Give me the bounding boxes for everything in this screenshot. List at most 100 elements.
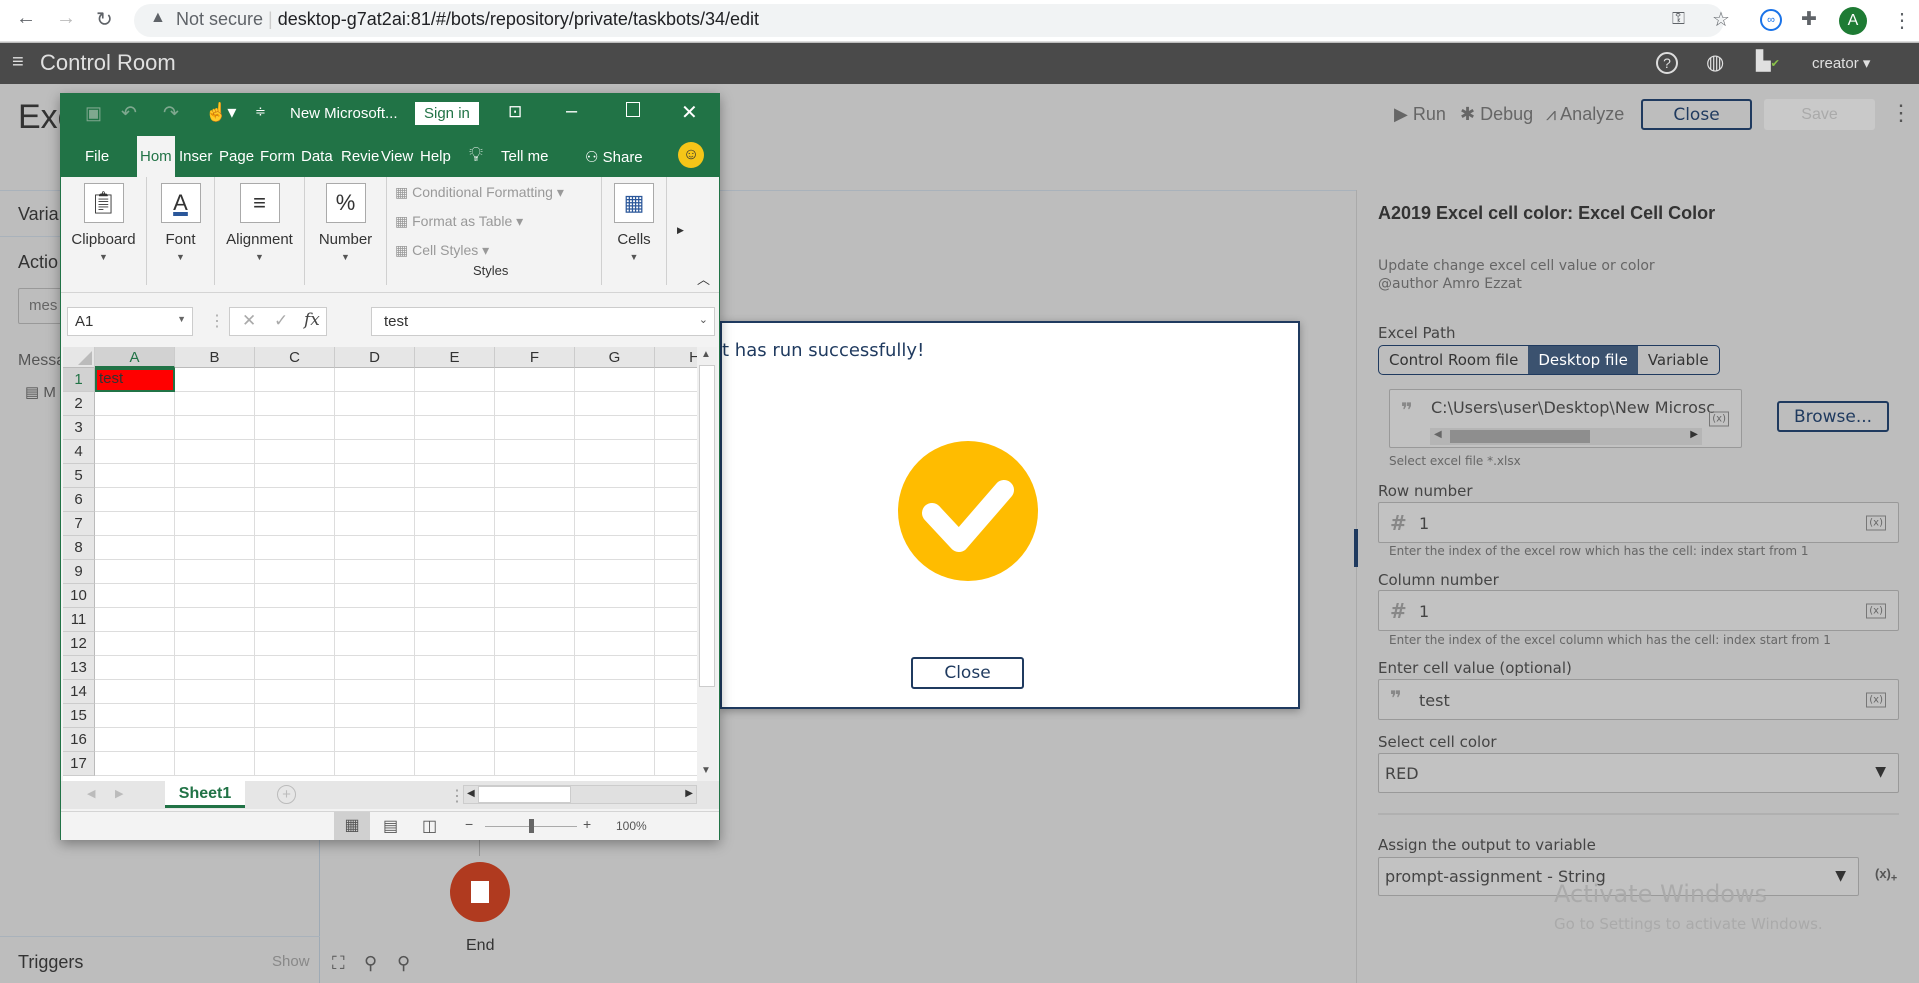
cell-G14[interactable]	[575, 680, 655, 704]
cell-E13[interactable]	[415, 656, 495, 680]
cell-C14[interactable]	[255, 680, 335, 704]
cell-D6[interactable]	[335, 488, 415, 512]
cell-D13[interactable]	[335, 656, 415, 680]
cell-G2[interactable]	[575, 392, 655, 416]
formula-input[interactable]: test ⌄	[371, 307, 715, 336]
tell-me-search[interactable]: Tell me	[501, 148, 549, 165]
scroll-down-icon[interactable]: ▼	[701, 765, 711, 776]
cell-B5[interactable]	[175, 464, 255, 488]
sheet-tab-sheet1[interactable]: Sheet1	[165, 781, 245, 808]
column-header-B[interactable]: B	[175, 347, 255, 368]
horizontal-scrollbar[interactable]: ◀ ▶	[463, 785, 697, 804]
clipboard-group[interactable]: 📋︎ Clipboard ▼	[61, 177, 147, 285]
row-header-17[interactable]: 17	[63, 752, 95, 776]
option-control-room-file[interactable]: Control Room file	[1379, 346, 1528, 374]
zoom-slider-thumb[interactable]	[529, 819, 534, 833]
tab-view[interactable]: View	[381, 148, 413, 165]
device-status-icon[interactable]: ▙✔	[1756, 50, 1780, 73]
ribbon-display-options-icon[interactable]: ⊡	[508, 102, 522, 122]
cell-B14[interactable]	[175, 680, 255, 704]
more-options-icon[interactable]: ⋮	[1890, 100, 1912, 126]
cell-D10[interactable]	[335, 584, 415, 608]
cell-A2[interactable]	[95, 392, 175, 416]
cell-G9[interactable]	[575, 560, 655, 584]
row-header-13[interactable]: 13	[63, 656, 95, 680]
redo-icon[interactable]: ↷	[163, 102, 179, 125]
cell-B8[interactable]	[175, 536, 255, 560]
sign-in-button[interactable]: Sign in	[415, 102, 479, 125]
cell-B12[interactable]	[175, 632, 255, 656]
create-variable-icon[interactable]: (x)+	[1875, 866, 1897, 885]
close-window-icon[interactable]: ✕	[681, 100, 698, 125]
cell-F7[interactable]	[495, 512, 575, 536]
cell-G13[interactable]	[575, 656, 655, 680]
insert-variable-icon[interactable]: (x)	[1866, 603, 1886, 618]
cell-E7[interactable]	[415, 512, 495, 536]
alignment-group[interactable]: ≡ Alignment ▼	[215, 177, 305, 285]
cell-D17[interactable]	[335, 752, 415, 776]
row-header-12[interactable]: 12	[63, 632, 95, 656]
cell-H12[interactable]	[655, 632, 699, 656]
formula-bar-grip[interactable]: ⋮	[209, 311, 225, 331]
cell-G6[interactable]	[575, 488, 655, 512]
cell-H9[interactable]	[655, 560, 699, 584]
dialog-close-button[interactable]: Close	[911, 657, 1024, 689]
cell-A13[interactable]	[95, 656, 175, 680]
tab-help[interactable]: Help	[420, 148, 451, 165]
cell-H2[interactable]	[655, 392, 699, 416]
cell-D11[interactable]	[335, 608, 415, 632]
cell-E15[interactable]	[415, 704, 495, 728]
fit-to-screen-icon[interactable]: ⛶	[332, 953, 345, 974]
cell-C4[interactable]	[255, 440, 335, 464]
cell-H14[interactable]	[655, 680, 699, 704]
add-sheet-icon[interactable]: +	[277, 785, 296, 804]
column-header-A[interactable]: A	[95, 347, 175, 368]
insert-variable-icon[interactable]: (x)	[1866, 692, 1886, 707]
cell-G7[interactable]	[575, 512, 655, 536]
cell-D4[interactable]	[335, 440, 415, 464]
cell-B6[interactable]	[175, 488, 255, 512]
cell-F5[interactable]	[495, 464, 575, 488]
next-sheet-icon[interactable]: ▶	[115, 787, 123, 800]
tab-page-layout[interactable]: Page	[219, 148, 254, 165]
cell-G8[interactable]	[575, 536, 655, 560]
cell-C2[interactable]	[255, 392, 335, 416]
cell-D12[interactable]	[335, 632, 415, 656]
insert-function-icon[interactable]: fx	[304, 310, 320, 330]
cell-A7[interactable]	[95, 512, 175, 536]
cell-E1[interactable]	[415, 368, 495, 392]
cell-H5[interactable]	[655, 464, 699, 488]
page-break-view-icon[interactable]: ◫	[422, 816, 437, 836]
collapse-ribbon-icon[interactable]: ︿	[697, 269, 710, 288]
row-header-4[interactable]: 4	[63, 440, 95, 464]
cell-A17[interactable]	[95, 752, 175, 776]
prev-sheet-icon[interactable]: ◀	[87, 787, 95, 800]
run-button[interactable]: ▶ Run	[1394, 104, 1446, 125]
share-button[interactable]: ⚇ Share	[585, 148, 643, 166]
row-header-8[interactable]: 8	[63, 536, 95, 560]
cell-B15[interactable]	[175, 704, 255, 728]
row-header-5[interactable]: 5	[63, 464, 95, 488]
cell-C6[interactable]	[255, 488, 335, 512]
back-icon[interactable]: ←	[16, 7, 36, 30]
ribbon-scroll-right-icon[interactable]: ▶	[677, 225, 684, 236]
star-icon[interactable]: ☆	[1712, 7, 1730, 32]
analyze-button[interactable]: ⩘ Analyze	[1546, 104, 1624, 125]
tab-review[interactable]: Revie	[341, 148, 379, 165]
triggers-show-link[interactable]: Show	[272, 953, 310, 970]
cell-C15[interactable]	[255, 704, 335, 728]
row-header-2[interactable]: 2	[63, 392, 95, 416]
cell-value-input[interactable]: ❞ test (x)	[1378, 679, 1899, 720]
column-header-F[interactable]: F	[495, 347, 575, 368]
save-icon[interactable]: ▣	[85, 103, 102, 124]
save-button[interactable]: Save	[1764, 99, 1875, 130]
page-layout-view-icon[interactable]: ▤	[383, 816, 398, 836]
insert-variable-icon[interactable]: (x)	[1866, 515, 1886, 530]
cell-B17[interactable]	[175, 752, 255, 776]
cell-A10[interactable]	[95, 584, 175, 608]
cell-G1[interactable]	[575, 368, 655, 392]
profile-avatar[interactable]: A	[1839, 7, 1867, 35]
cell-G11[interactable]	[575, 608, 655, 632]
cell-H13[interactable]	[655, 656, 699, 680]
select-all-corner[interactable]	[63, 347, 95, 368]
